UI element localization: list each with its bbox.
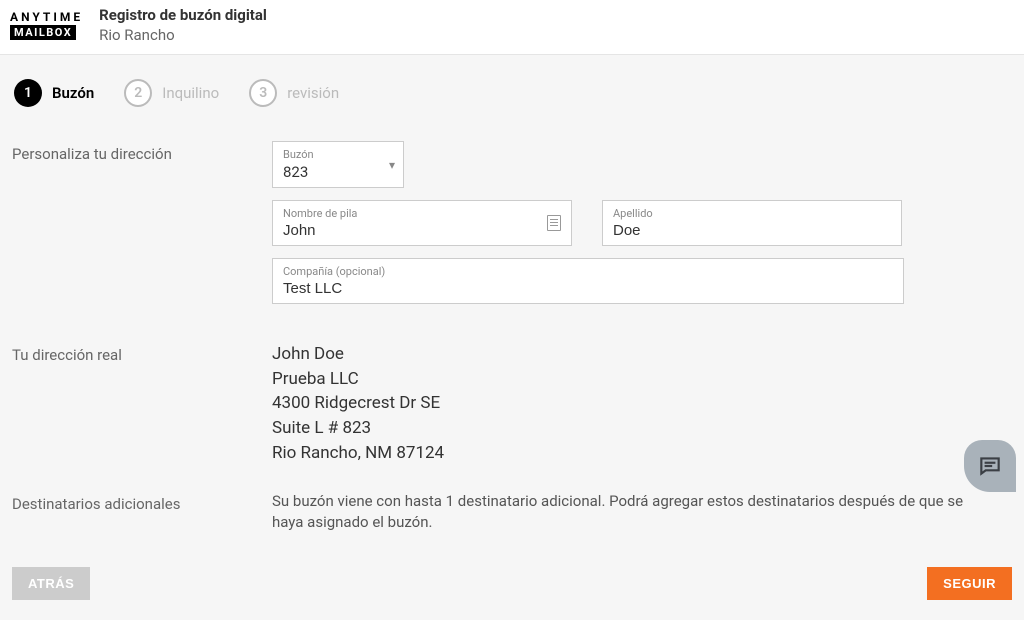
address-street: 4300 Ridgecrest Dr SE bbox=[272, 391, 1012, 416]
page-subtitle: Rio Rancho bbox=[99, 26, 267, 44]
back-button[interactable]: ATRÁS bbox=[12, 567, 90, 600]
header-titles: Registro de buzón digital Rio Rancho bbox=[99, 6, 267, 44]
next-button[interactable]: SEGUIR bbox=[927, 567, 1012, 600]
section-additional-recipients: Destinatarios adicionales Su buzón viene… bbox=[12, 491, 1012, 533]
last-name-input[interactable] bbox=[613, 220, 891, 239]
step-label: revisión bbox=[287, 84, 339, 102]
step-review[interactable]: 3 revisión bbox=[249, 79, 339, 107]
step-indicator: 1 Buzón 2 Inquilino 3 revisión bbox=[12, 79, 1012, 107]
action-bar: ATRÁS SEGUIR bbox=[12, 567, 1012, 600]
address-city: Rio Rancho, NM 87124 bbox=[272, 441, 1012, 466]
address-company: Prueba LLC bbox=[272, 367, 1012, 392]
field-label: Buzón bbox=[283, 148, 375, 161]
company-input[interactable] bbox=[283, 278, 893, 297]
step-tenant[interactable]: 2 Inquilino bbox=[124, 79, 219, 107]
logo-bottom-text: MAILBOX bbox=[10, 25, 76, 40]
mailbox-value: 823 bbox=[283, 161, 375, 181]
main-content: 1 Buzón 2 Inquilino 3 revisión Personali… bbox=[0, 54, 1024, 620]
first-name-field[interactable]: Nombre de pila bbox=[272, 200, 572, 246]
chevron-down-icon: ▾ bbox=[389, 158, 395, 172]
step-number: 3 bbox=[249, 79, 277, 107]
chat-icon bbox=[977, 453, 1003, 479]
field-label: Nombre de pila bbox=[283, 207, 561, 220]
step-label: Buzón bbox=[52, 84, 94, 102]
step-mailbox[interactable]: 1 Buzón bbox=[14, 79, 94, 107]
company-field[interactable]: Compañía (opcional) bbox=[272, 258, 904, 304]
last-name-field[interactable]: Apellido bbox=[602, 200, 902, 246]
address-block: John Doe Prueba LLC 4300 Ridgecrest Dr S… bbox=[272, 342, 1012, 465]
field-label: Compañía (opcional) bbox=[283, 265, 893, 278]
chat-fab[interactable] bbox=[964, 440, 1016, 492]
section-customize-address: Personaliza tu dirección Buzón 823 ▾ Nom… bbox=[12, 141, 1012, 316]
mailbox-select[interactable]: Buzón 823 ▾ bbox=[272, 141, 404, 188]
section-label: Tu dirección real bbox=[12, 342, 252, 465]
page-title: Registro de buzón digital bbox=[99, 6, 267, 24]
page-header: ANYTIME MAILBOX Registro de buzón digita… bbox=[0, 0, 1024, 54]
section-body: Buzón 823 ▾ Nombre de pila Apellido bbox=[272, 141, 1012, 316]
field-label: Apellido bbox=[613, 207, 891, 220]
brand-logo: ANYTIME MAILBOX bbox=[10, 11, 83, 40]
section-label: Destinatarios adicionales bbox=[12, 491, 252, 533]
recipients-info: Su buzón viene con hasta 1 destinatario … bbox=[272, 491, 992, 533]
section-real-address: Tu dirección real John Doe Prueba LLC 43… bbox=[12, 342, 1012, 465]
logo-top-text: ANYTIME bbox=[10, 11, 83, 23]
step-number: 1 bbox=[14, 79, 42, 107]
address-suite: Suite L # 823 bbox=[272, 416, 1012, 441]
step-number: 2 bbox=[124, 79, 152, 107]
address-name: John Doe bbox=[272, 342, 1012, 367]
first-name-input[interactable] bbox=[283, 220, 561, 239]
section-label: Personaliza tu dirección bbox=[12, 141, 252, 316]
contacts-icon bbox=[547, 215, 561, 231]
step-label: Inquilino bbox=[162, 84, 219, 102]
